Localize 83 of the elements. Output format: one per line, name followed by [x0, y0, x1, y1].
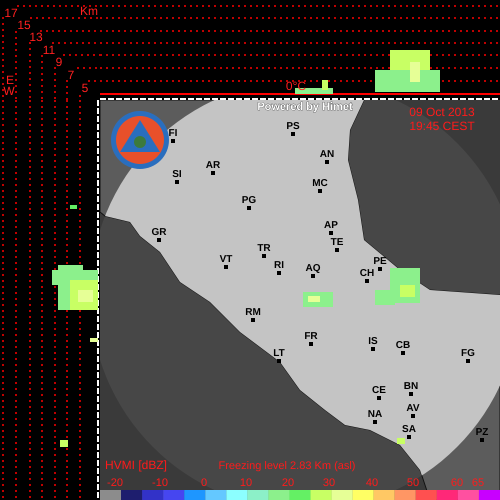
- city-marker-icon: [325, 160, 329, 164]
- height-label: 15: [17, 18, 31, 32]
- direction-label: E: [6, 73, 14, 87]
- time-label: 19:45 CEST: [409, 119, 475, 133]
- city-marker-icon: [480, 438, 484, 442]
- city-marker-icon: [466, 359, 470, 363]
- scale-tick-label: 65: [472, 477, 484, 489]
- credit-label: Powered by Himet: [257, 101, 353, 113]
- city-label: PG: [242, 195, 256, 206]
- city-label: FR: [304, 331, 318, 342]
- scale-tick-label: 40: [366, 477, 378, 489]
- city-label: SA: [402, 424, 416, 435]
- city-marker-icon: [329, 231, 333, 235]
- date-label: 09 Oct 2013: [409, 105, 475, 119]
- city-marker-icon: [224, 265, 228, 269]
- city-marker-icon: [309, 342, 313, 346]
- city-marker-icon: [277, 359, 281, 363]
- city-marker-icon: [409, 392, 413, 396]
- scale-tick-label: 10: [240, 477, 252, 489]
- city-label: FI: [168, 128, 178, 139]
- city-marker-icon: [411, 414, 415, 418]
- scale-tick-label: 50: [406, 477, 420, 489]
- city-label: TE: [330, 237, 344, 248]
- city-marker-icon: [401, 351, 405, 355]
- city-label: AP: [324, 220, 338, 231]
- city-marker-icon: [277, 271, 281, 275]
- city-marker-icon: [175, 180, 179, 184]
- city-marker-icon: [247, 206, 251, 210]
- height-label: 17: [4, 6, 18, 20]
- city-label: CB: [396, 340, 410, 351]
- city-label: CE: [372, 385, 386, 396]
- city-label: AV: [406, 403, 420, 414]
- city-label: NA: [368, 409, 382, 420]
- city-label: TR: [257, 243, 271, 254]
- city-label: SI: [172, 169, 182, 180]
- direction-label: W: [3, 84, 15, 98]
- city-label: LT: [273, 348, 285, 359]
- height-label: 5: [82, 81, 88, 95]
- city-label: GR: [152, 227, 166, 238]
- city-marker-icon: [311, 274, 315, 278]
- scale-tick-label: 20: [282, 477, 294, 489]
- city-label: PE: [373, 256, 387, 267]
- height-label: 13: [29, 30, 43, 44]
- city-label: RM: [245, 307, 261, 318]
- height-label: 9: [56, 55, 62, 69]
- height-label: 11: [42, 43, 56, 57]
- scale-tick-label: -20: [107, 477, 123, 489]
- city-marker-icon: [378, 267, 382, 271]
- city-marker-icon: [407, 435, 411, 439]
- city-marker-icon: [157, 238, 161, 242]
- city-label: MC: [312, 178, 328, 189]
- product-label: HVMI [dBZ]: [105, 458, 168, 472]
- city-marker-icon: [335, 248, 339, 252]
- city-label: AR: [206, 160, 220, 171]
- height-label: 7: [68, 68, 74, 82]
- city-marker-icon: [318, 189, 322, 193]
- scale-tick-label: 30: [322, 477, 336, 489]
- city-label: PZ: [476, 427, 488, 438]
- city-label: PS: [286, 121, 300, 132]
- city-marker-icon: [262, 254, 266, 258]
- city-marker-icon: [291, 132, 295, 136]
- city-label: FG: [461, 348, 475, 359]
- scale-tick-label: -10: [152, 477, 168, 489]
- scale-tick-label: 60: [450, 477, 464, 489]
- city-label: AN: [320, 149, 334, 160]
- freezing-marker-label: 0°C: [286, 79, 306, 93]
- city-label: IS: [368, 336, 378, 347]
- scale-tick-label: 0: [200, 477, 208, 489]
- city-marker-icon: [251, 318, 255, 322]
- city-label: AQ: [306, 263, 320, 274]
- city-label: VT: [220, 254, 232, 265]
- freezing-level-label: Freezing level 2.83 Km (asl): [218, 460, 356, 472]
- city-label: CH: [360, 268, 374, 279]
- city-label: RI: [274, 260, 284, 271]
- city-marker-icon: [373, 420, 377, 424]
- city-label: BN: [404, 381, 418, 392]
- logo-icon: [111, 111, 169, 169]
- city-marker-icon: [211, 171, 215, 175]
- city-marker-icon: [365, 279, 369, 283]
- unit-label: Km: [80, 4, 98, 18]
- city-marker-icon: [371, 347, 375, 351]
- city-marker-icon: [171, 139, 175, 143]
- city-marker-icon: [377, 396, 381, 400]
